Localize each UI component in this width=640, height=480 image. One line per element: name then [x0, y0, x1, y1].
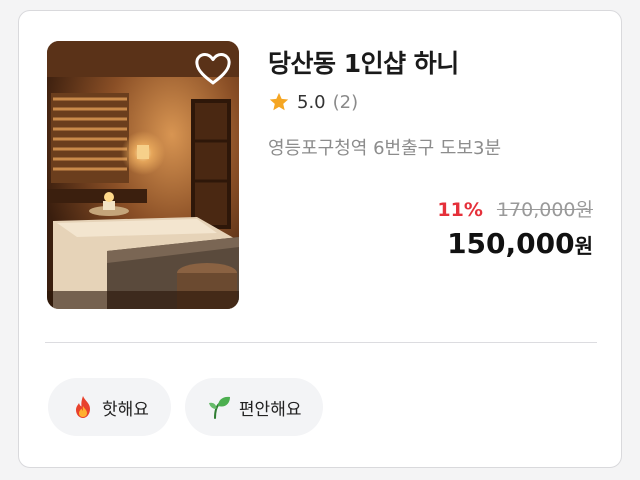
fire-icon	[76, 396, 90, 418]
tag-comfortable-label: 편안해요	[238, 399, 302, 420]
tag-hot-label: 핫해요	[102, 399, 149, 420]
tag-hot[interactable]: 핫해요	[48, 378, 171, 436]
discount-rate: 11%	[437, 199, 483, 221]
favorite-button[interactable]	[193, 49, 233, 89]
location-text: 영등포구청역 6번출구 도보3분	[268, 138, 502, 159]
shop-name[interactable]: 당산동 1인샵 하니	[268, 44, 459, 80]
shop-thumbnail[interactable]	[47, 41, 239, 309]
rating-row: 5.0 (2)	[268, 91, 358, 113]
leaf-icon	[208, 396, 230, 419]
tag-comfortable[interactable]: 편안해요	[184, 378, 324, 436]
review-count: (2)	[332, 91, 359, 113]
rating-score: 5.0	[297, 91, 326, 113]
star-icon	[269, 92, 289, 111]
final-price-number: 150,000	[447, 227, 575, 260]
tag-list: 핫해요 편안해요	[48, 378, 324, 436]
original-price: 170,000원	[496, 199, 593, 221]
shop-card[interactable]: 당산동 1인샵 하니 5.0 (2) 영등포구청역 6번출구 도보3분 11% …	[18, 10, 622, 468]
final-price-unit: 원	[574, 234, 593, 258]
final-price: 150,000원	[447, 227, 593, 260]
price-discount-row: 11% 170,000원	[437, 195, 593, 222]
divider	[45, 342, 597, 343]
heart-icon	[195, 53, 231, 85]
